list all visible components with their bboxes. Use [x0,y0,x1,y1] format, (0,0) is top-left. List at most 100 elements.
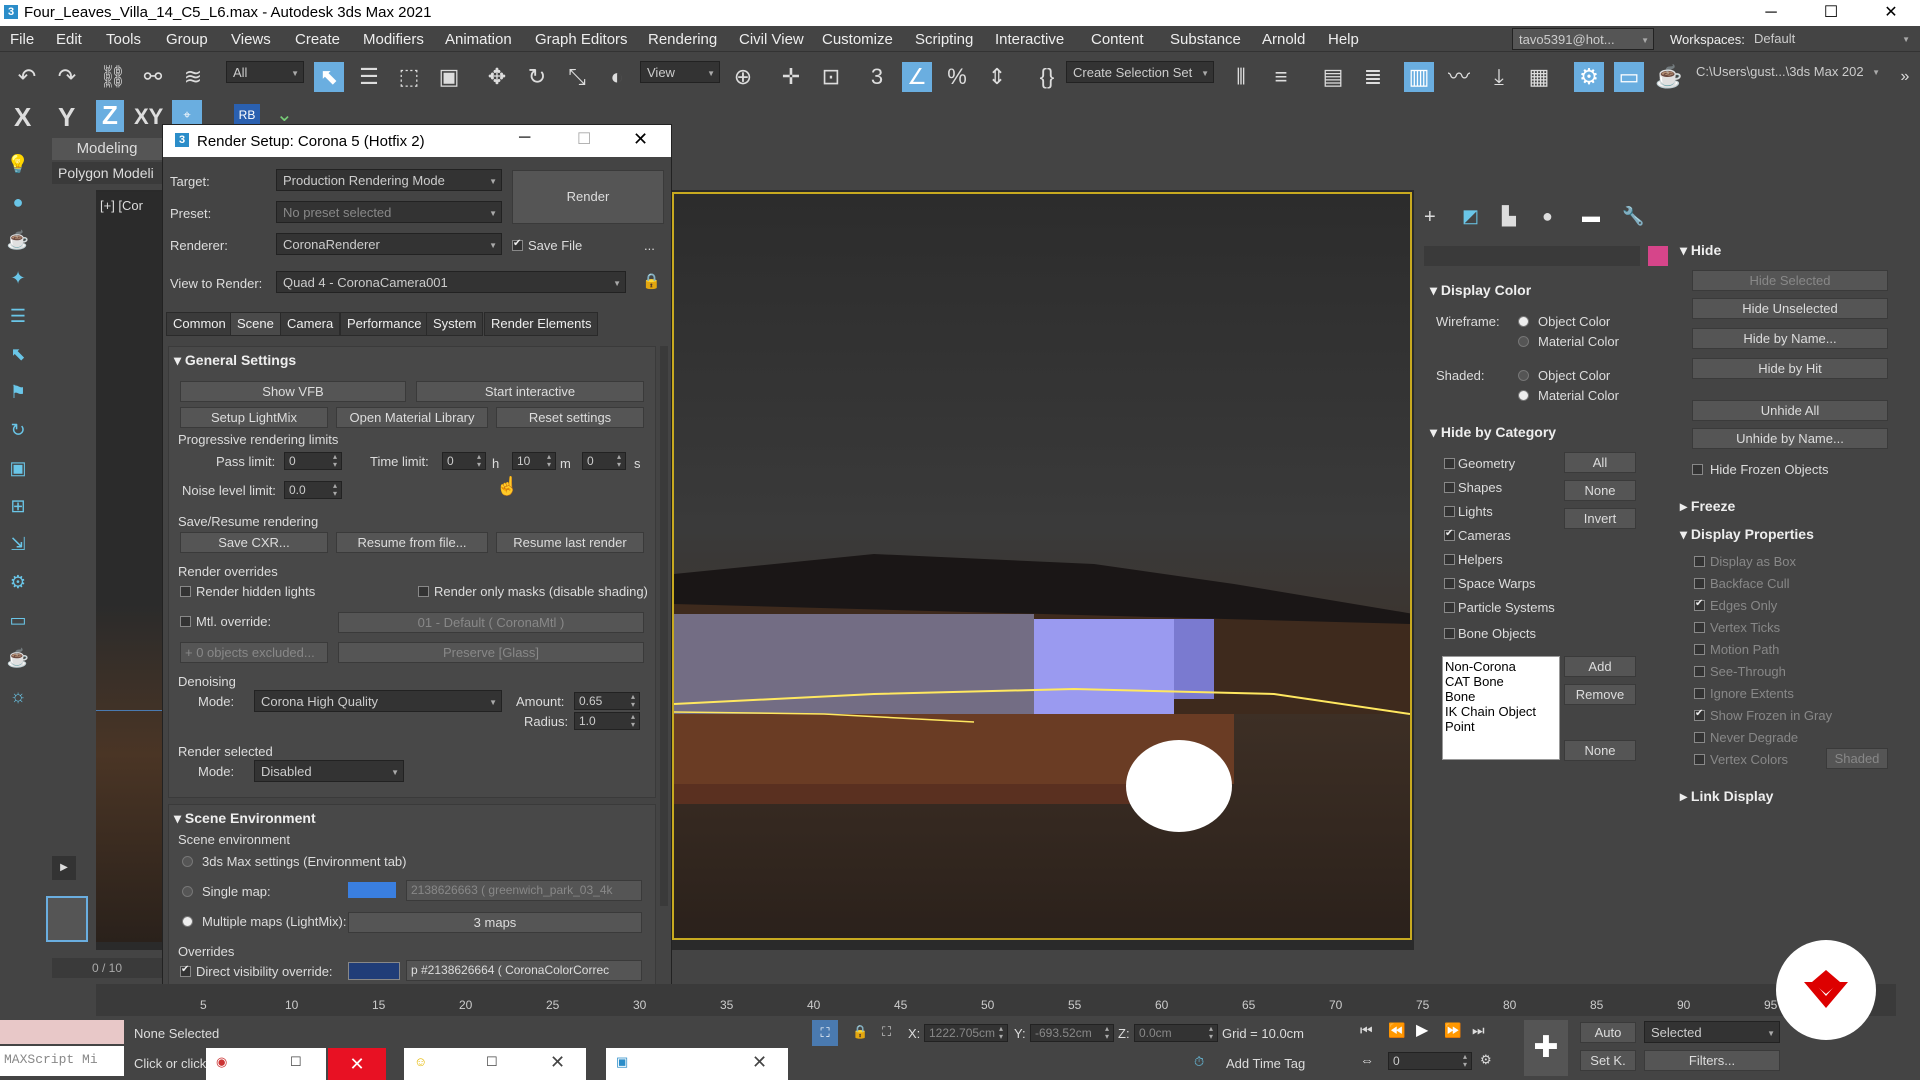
menu-content[interactable]: Content [1091,31,1144,48]
time-hours-spinner[interactable]: 0 [442,452,486,470]
rb-icon[interactable]: RB [234,104,260,126]
tab-performance[interactable]: Performance [340,312,429,336]
scene-explorer-icon[interactable]: ▤ [1318,62,1348,92]
save-file-checkbox[interactable] [512,238,523,251]
helpers-checkbox[interactable] [1444,554,1455,565]
display-color-header[interactable]: ▾ Display Color [1430,282,1531,299]
unhide-by-name-button[interactable]: Unhide by Name... [1692,428,1888,449]
show-vfb-button[interactable]: Show VFB [180,381,406,402]
renderer-dropdown[interactable]: CoronaRenderer [276,233,502,255]
gear-icon[interactable]: ⚙ [6,570,30,594]
spinner-snap-icon[interactable]: ⇕ [982,62,1012,92]
time-seconds-spinner[interactable]: 0 [582,452,626,470]
taskbar-max2-icon[interactable]: ☐ [486,1054,498,1070]
single-map-color-swatch[interactable] [348,882,396,898]
previous-frame-icon[interactable]: ⏪ [1388,1022,1405,1039]
viewport-label[interactable]: [+] [Cor [100,198,143,213]
goto-end-icon[interactable]: ⏭ [1472,1022,1485,1039]
layout-icon[interactable]: ▭ [6,608,30,632]
all-button[interactable]: All [1564,452,1636,473]
cameras-checkbox[interactable] [1444,528,1455,541]
maxscript-mini-listener[interactable]: MAXScript Mi [0,1046,124,1076]
hide-by-name-button[interactable]: Hide by Name... [1692,328,1888,349]
bind-space-warp-icon[interactable]: ≋ [178,62,208,92]
create-tab-icon[interactable]: + [1424,206,1436,229]
taskbar-close2-icon[interactable]: ✕ [550,1052,565,1073]
hierarchy-tab-icon[interactable]: ▙ [1502,206,1516,227]
curve-editor-icon[interactable]: 〰 [1444,62,1474,92]
mtl-override-checkbox[interactable] [180,616,191,627]
pivot-icon[interactable]: ⊕ [728,62,758,92]
add-button[interactable]: Add [1564,656,1636,677]
minimize-button[interactable]: ─ [1748,2,1794,24]
menu-civil-view[interactable]: Civil View [739,31,804,48]
mirror-icon[interactable]: ⫴ [1226,62,1256,92]
save-cxr-button[interactable]: Save CXR... [180,532,328,553]
rendered-frame-window-icon[interactable]: ▭ [1614,62,1644,92]
noise-level-spinner[interactable]: 0.0 [284,481,342,499]
project-path-dropdown[interactable]: C:\Users\gust...\3ds Max 202 [1690,61,1884,83]
link-icon[interactable]: ⛓ [98,62,128,92]
resume-last-render-button[interactable]: Resume last render [496,532,644,553]
menu-arnold[interactable]: Arnold [1262,31,1305,48]
menu-scripting[interactable]: Scripting [915,31,973,48]
taskbar-window-1[interactable]: ◉ ☐ [206,1048,326,1080]
hide-selected-button[interactable]: Hide Selected [1692,270,1888,291]
menu-views[interactable]: Views [231,31,271,48]
backface-cull-checkbox[interactable] [1694,578,1705,589]
layer-explorer-icon[interactable]: ≣ [1358,62,1388,92]
timeline[interactable] [96,984,1896,1016]
pass-limit-spinner[interactable]: 0 [284,452,342,470]
teapot2-icon[interactable]: ☕ [6,646,30,670]
angle-snap-icon[interactable]: ∠ [902,62,932,92]
cursor-icon[interactable]: ⬉ [6,342,30,366]
taskbar-window-2[interactable]: ☺ ☐ ✕ [404,1048,586,1080]
list-item[interactable]: Non-Corona [1445,659,1557,674]
align-icon[interactable]: ≡ [1266,62,1296,92]
goto-start-icon[interactable]: ⏮ [1360,1022,1373,1039]
wireframe-object-color-radio[interactable] [1518,316,1529,327]
lock-icon[interactable]: 🔒 [642,272,661,290]
bulb-icon[interactable]: ☼ [6,684,30,708]
time-config-icon[interactable]: ⚙ [1480,1052,1492,1068]
vertex-ticks-checkbox[interactable] [1694,622,1705,633]
isolate-icon[interactable]: ⛶ [812,1020,838,1046]
list-item[interactable]: CAT Bone [1445,674,1557,689]
see-through-checkbox[interactable] [1694,666,1705,677]
target-dropdown[interactable]: Production Rendering Mode [276,169,502,191]
current-frame-field[interactable]: 0 [1388,1052,1472,1070]
preset-dropdown[interactable]: No preset selected [276,201,502,223]
dialog-maximize-button[interactable]: ☐ [577,129,591,149]
dialog-minimize-button[interactable]: ─ [519,129,530,147]
taskbar-close-icon[interactable]: ✕ [328,1048,386,1080]
preserve-glass-button[interactable]: Preserve [Glass] [338,642,644,663]
utilities-tab-icon[interactable]: 🔧 [1622,206,1644,227]
reset-settings-button[interactable]: Reset settings [496,407,644,428]
invert-button[interactable]: Invert [1564,508,1636,529]
hide-frozen-checkbox[interactable] [1692,464,1703,475]
render-production-icon[interactable]: ☕ [1654,62,1684,92]
time-slider[interactable]: 0 / 10 [52,958,162,978]
menu-modifiers[interactable]: Modifiers [363,31,424,48]
single-map-radio[interactable] [182,886,193,897]
menu-interactive[interactable]: Interactive [995,31,1064,48]
menu-file[interactable]: File [10,31,34,48]
rotate-icon[interactable]: ↻ [522,62,552,92]
excluded-objects-button[interactable]: + 0 objects excluded... [180,642,328,663]
resume-from-file-button[interactable]: Resume from file... [336,532,488,553]
absolute-mode-icon[interactable]: ⛶ [882,1024,891,1040]
env-max-radio[interactable] [182,856,193,867]
start-interactive-button[interactable]: Start interactive [416,381,644,402]
motion-path-checkbox[interactable] [1694,644,1705,655]
shaded-object-color-radio[interactable] [1518,370,1529,381]
lightbulb-icon[interactable]: 💡 [6,152,30,176]
key-mode-icon[interactable]: ⇔ [1360,1052,1374,1068]
axis-y-button[interactable]: Y [58,102,75,133]
list-item[interactable]: IK Chain Object [1445,704,1557,719]
camera-viewport[interactable] [672,192,1412,940]
show-frozen-gray-checkbox[interactable] [1694,708,1705,721]
ribbon-tab-modeling[interactable]: Modeling [52,138,162,160]
save-file-browse-button[interactable]: ... [644,238,655,253]
window-icon[interactable]: ▣ [6,456,30,480]
selection-lock-icon[interactable]: 🔒 [852,1024,868,1040]
